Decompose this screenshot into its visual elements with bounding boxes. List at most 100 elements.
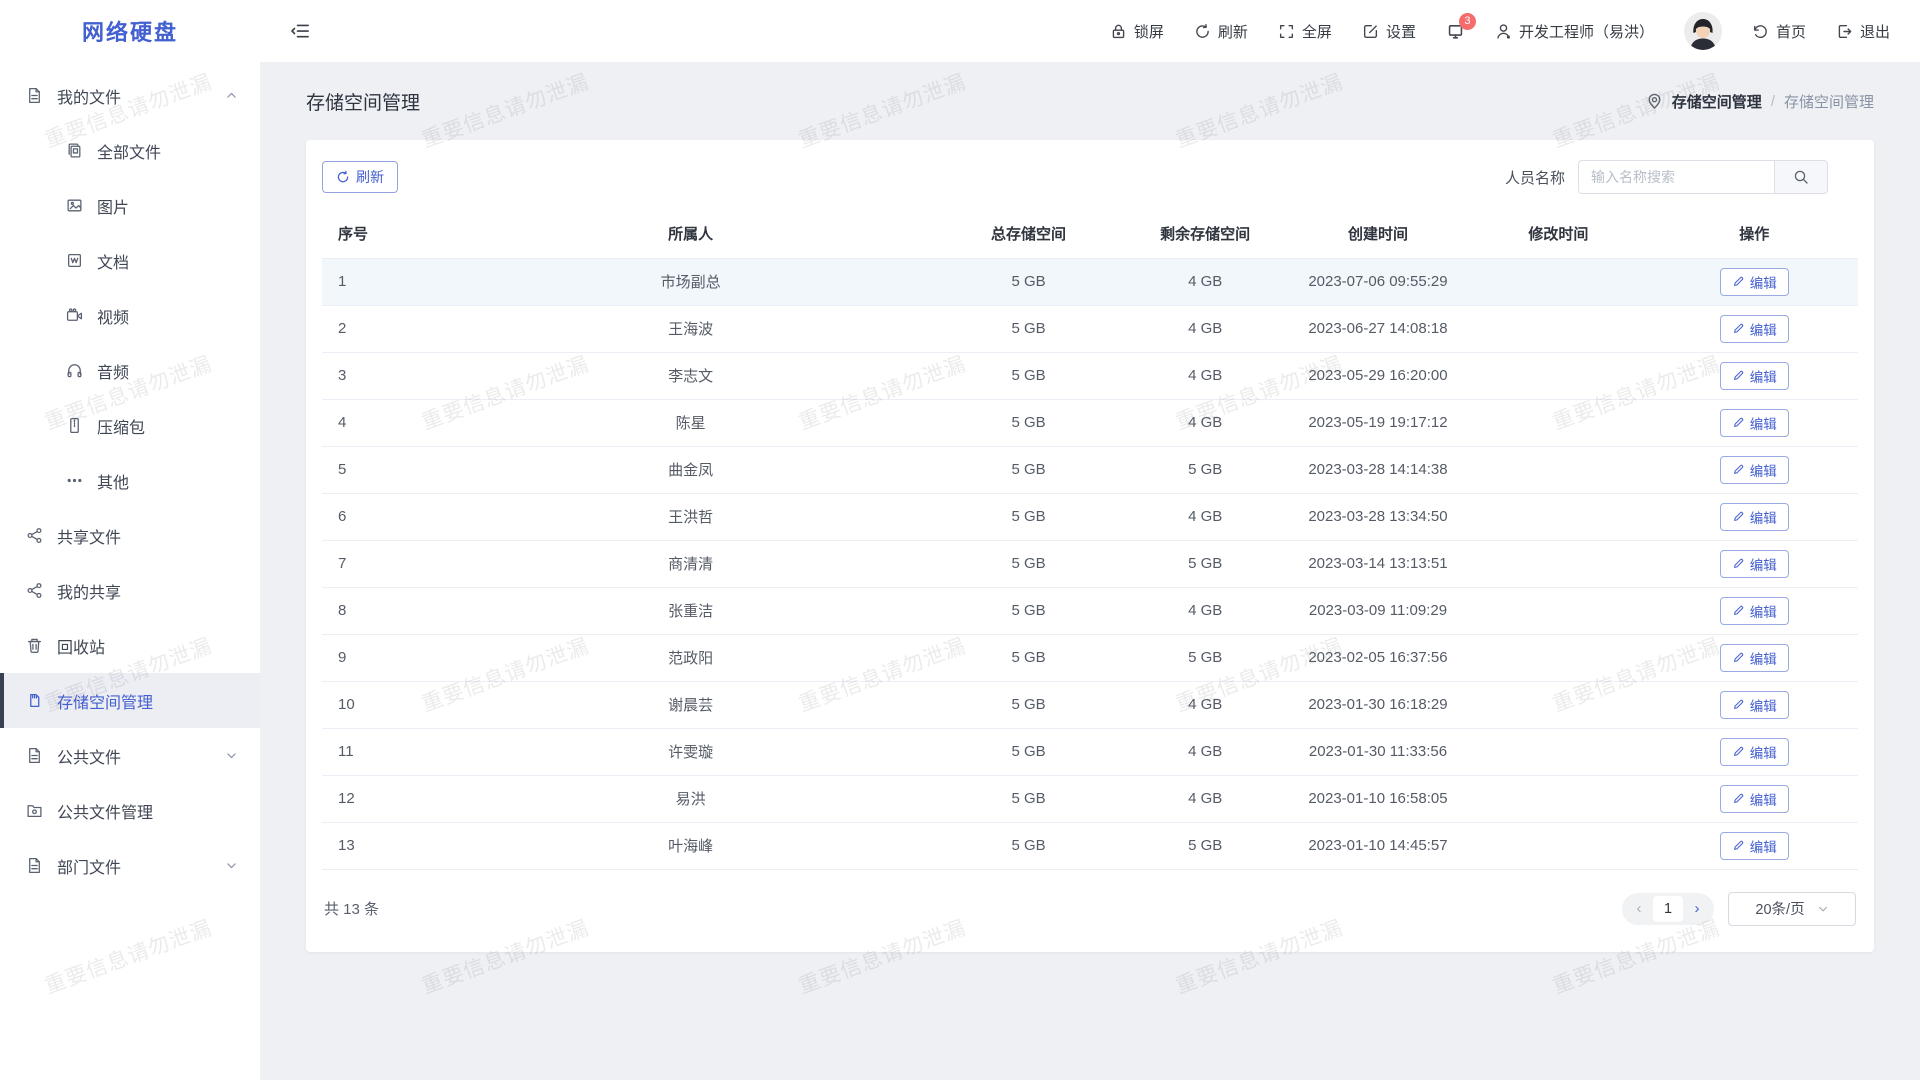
edit-button[interactable]: 编辑 [1720, 362, 1789, 390]
sidebar-item-shared-files[interactable]: 共享文件 [0, 508, 260, 563]
edit-button[interactable]: 编辑 [1720, 691, 1789, 719]
cell-created: 2023-03-28 13:34:50 [1290, 493, 1467, 540]
cell-owner: 许雯璇 [445, 728, 937, 775]
file-text-icon [26, 87, 43, 104]
sidebar-item-public-files-management[interactable]: 公共文件管理 [0, 783, 260, 838]
app-root: 网络硬盘 我的文件全部文件图片文档视频音频压缩包其他共享文件我的共享回收站存储空… [0, 0, 1920, 1080]
edit-button[interactable]: 编辑 [1720, 785, 1789, 813]
cell-no: 4 [322, 399, 445, 446]
sidebar-item-label: 全部文件 [97, 139, 161, 163]
location-pin-icon [1646, 93, 1663, 110]
cell-total: 5 GB [936, 305, 1120, 352]
cell-owner: 李志文 [445, 352, 937, 399]
sidebar-item-recycle-bin[interactable]: 回收站 [0, 618, 260, 673]
user-icon [1495, 23, 1512, 40]
sidebar-item-audio[interactable]: 音频 [0, 343, 260, 398]
cell-no: 2 [322, 305, 445, 352]
image-icon [66, 197, 83, 214]
prev-page-button[interactable]: ‹ [1627, 893, 1651, 925]
pencil-icon [1732, 463, 1745, 476]
edit-button-label: 编辑 [1750, 366, 1777, 386]
edit-button-label: 编辑 [1750, 648, 1777, 668]
edit-button[interactable]: 编辑 [1720, 832, 1789, 860]
table-toolbar: 刷新 人员名称 [322, 160, 1858, 194]
edit-button[interactable]: 编辑 [1720, 315, 1789, 343]
cell-owner: 市场副总 [445, 258, 937, 305]
fullscreen-button[interactable]: 全屏 [1278, 21, 1332, 42]
search-button[interactable] [1774, 160, 1828, 194]
pagination: 共 13 条 ‹ 1 › 20条/页 [322, 892, 1858, 926]
page-size-select[interactable]: 20条/页 [1728, 892, 1856, 926]
notifications-button[interactable]: 3 [1446, 22, 1465, 41]
cell-total: 5 GB [936, 587, 1120, 634]
home-button[interactable]: 首页 [1752, 21, 1806, 42]
file-text-icon [26, 857, 43, 874]
cell-remaining: 4 GB [1121, 681, 1290, 728]
user-menu[interactable]: 开发工程师（易洪） [1495, 21, 1654, 42]
next-page-button[interactable]: › [1685, 893, 1709, 925]
col-header-owner: 所属人 [445, 210, 937, 258]
chevron-down-icon [1817, 903, 1829, 915]
sidebar-item-others[interactable]: 其他 [0, 453, 260, 508]
cell-total: 5 GB [936, 822, 1120, 869]
avatar[interactable] [1684, 12, 1722, 50]
logout-button[interactable]: 退出 [1836, 21, 1890, 42]
sidebar-item-label: 音频 [97, 359, 129, 383]
edit-button-label: 编辑 [1750, 836, 1777, 856]
cell-no: 1 [322, 258, 445, 305]
lock-screen-button[interactable]: 锁屏 [1110, 21, 1164, 42]
search-input[interactable] [1578, 160, 1774, 194]
edit-button[interactable]: 编辑 [1720, 456, 1789, 484]
pencil-icon [1732, 275, 1745, 288]
edit-button[interactable]: 编辑 [1720, 597, 1789, 625]
home-label: 首页 [1776, 21, 1806, 42]
current-page-button[interactable]: 1 [1653, 896, 1683, 922]
cell-no: 9 [322, 634, 445, 681]
refresh-page-button[interactable]: 刷新 [1194, 21, 1248, 42]
settings-button[interactable]: 设置 [1362, 21, 1416, 42]
sidebar-item-label: 图片 [97, 194, 129, 218]
sidebar-item-department-files[interactable]: 部门文件 [0, 838, 260, 893]
edit-button[interactable]: 编辑 [1720, 644, 1789, 672]
edit-button[interactable]: 编辑 [1720, 503, 1789, 531]
sidebar-item-public-files[interactable]: 公共文件 [0, 728, 260, 783]
sidebar-item-label: 部门文件 [57, 854, 121, 878]
files-icon [66, 142, 83, 159]
cell-no: 3 [322, 352, 445, 399]
fullscreen-icon [1278, 23, 1295, 40]
pencil-icon [1732, 604, 1745, 617]
edit-button[interactable]: 编辑 [1720, 738, 1789, 766]
sidebar-item-videos[interactable]: 视频 [0, 288, 260, 343]
ellipsis-icon [66, 472, 83, 489]
table-row: 2王海波5 GB4 GB2023-06-27 14:08:18编辑 [322, 305, 1858, 352]
cell-owner: 王海波 [445, 305, 937, 352]
edit-button[interactable]: 编辑 [1720, 550, 1789, 578]
edit-button[interactable]: 编辑 [1720, 409, 1789, 437]
sidebar-item-storage-management[interactable]: 存储空间管理 [0, 673, 260, 728]
table-row: 10谢晨芸5 GB4 GB2023-01-30 16:18:29编辑 [322, 681, 1858, 728]
chevron-down-icon [225, 859, 238, 872]
col-header-no: 序号 [322, 210, 445, 258]
cell-owner: 易洪 [445, 775, 937, 822]
sidebar-item-my-files[interactable]: 我的文件 [0, 68, 260, 123]
sidebar-collapse-button[interactable] [290, 21, 310, 41]
edit-button-label: 编辑 [1750, 789, 1777, 809]
cell-actions: 编辑 [1651, 681, 1858, 728]
breadcrumb: 存储空间管理 / 存储空间管理 [1646, 91, 1874, 112]
refresh-table-label: 刷新 [356, 167, 384, 187]
table-row: 12易洪5 GB4 GB2023-01-10 16:58:05编辑 [322, 775, 1858, 822]
sidebar-item-images[interactable]: 图片 [0, 178, 260, 233]
refresh-table-button[interactable]: 刷新 [322, 161, 398, 193]
sidebar-item-all-files[interactable]: 全部文件 [0, 123, 260, 178]
sidebar-item-archives[interactable]: 压缩包 [0, 398, 260, 453]
sidebar-item-documents[interactable]: 文档 [0, 233, 260, 288]
cell-total: 5 GB [936, 493, 1120, 540]
cell-remaining: 5 GB [1121, 446, 1290, 493]
topbar-actions: 锁屏 刷新 全屏 [1110, 12, 1890, 50]
sidebar-item-my-shares[interactable]: 我的共享 [0, 563, 260, 618]
cell-remaining: 5 GB [1121, 822, 1290, 869]
cell-modified [1466, 822, 1650, 869]
pencil-icon [1732, 792, 1745, 805]
edit-button-label: 编辑 [1750, 413, 1777, 433]
edit-button[interactable]: 编辑 [1720, 268, 1789, 296]
